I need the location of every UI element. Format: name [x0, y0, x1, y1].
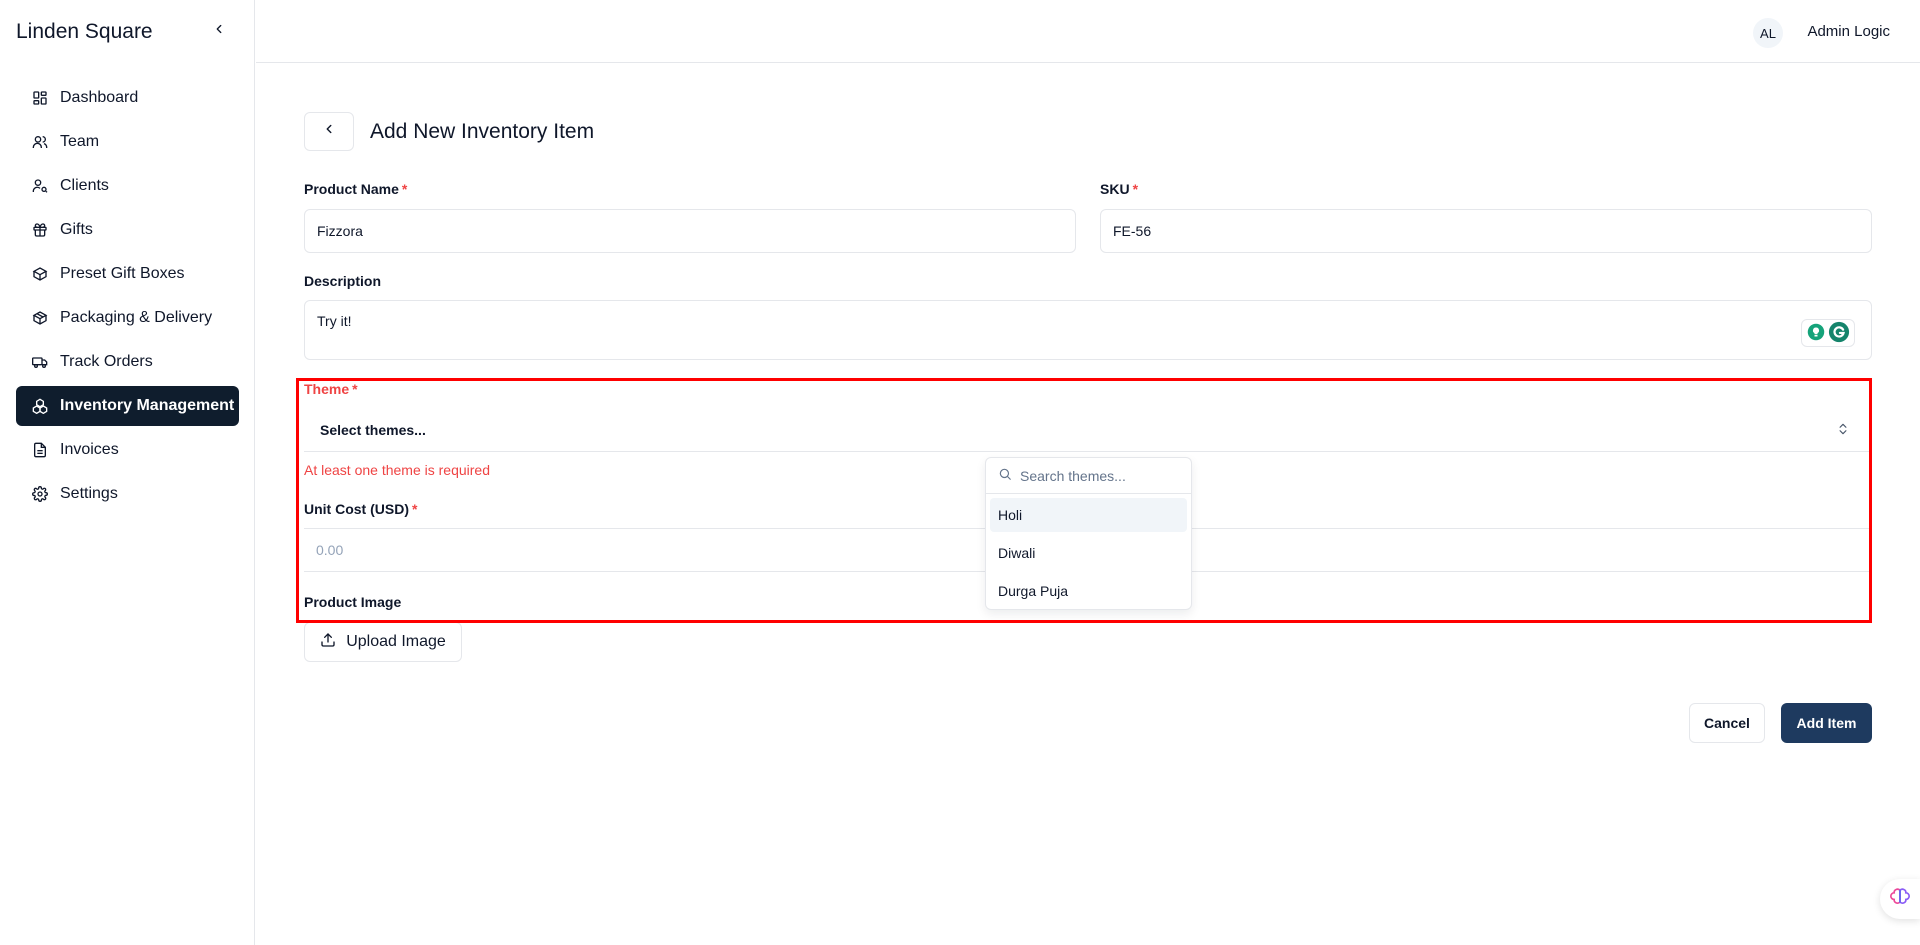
user-key-icon: [32, 178, 48, 194]
theme-dropdown: Search themes... Holi Diwali Durga Puja: [985, 457, 1192, 610]
truck-icon: [32, 354, 48, 370]
grammarly-widget[interactable]: [1801, 319, 1855, 347]
sidebar-item-label: Gifts: [60, 221, 93, 238]
page-title: Add New Inventory Item: [370, 120, 595, 143]
theme-label: Theme *: [304, 381, 358, 397]
product-name-label-text: Product Name: [304, 181, 399, 197]
theme-option-durga-puja[interactable]: Durga Puja: [990, 574, 1187, 608]
chevron-left-icon: [322, 122, 336, 141]
search-icon: [998, 467, 1012, 484]
sidebar-item-label: Team: [60, 133, 100, 150]
sidebar-item-label: Packaging & Delivery: [60, 309, 213, 326]
cancel-button[interactable]: Cancel: [1689, 703, 1765, 743]
sku-input[interactable]: FE-56: [1100, 209, 1872, 253]
gear-icon: [32, 486, 48, 502]
sidebar-item-label: Dashboard: [60, 89, 139, 106]
theme-select-placeholder: Select themes...: [320, 421, 426, 438]
dashboard-icon: [32, 90, 48, 106]
lightbulb-icon: [1807, 323, 1825, 344]
chevron-left-icon: [212, 22, 226, 41]
sidebar-item-label: Settings: [60, 485, 118, 502]
product-name-input[interactable]: Fizzora: [304, 209, 1076, 253]
brain-icon: [1890, 887, 1910, 912]
product-name-label: Product Name *: [304, 181, 407, 197]
sidebar-item-inventory-management[interactable]: Inventory Management: [16, 386, 239, 426]
sidebar-item-label: Preset Gift Boxes: [60, 265, 185, 282]
boxes-icon: [32, 398, 48, 414]
theme-search-placeholder: Search themes...: [1020, 467, 1126, 484]
upload-icon: [320, 632, 336, 653]
description-textarea[interactable]: Try it!: [304, 300, 1872, 360]
grammarly-icon: [1828, 321, 1850, 346]
add-item-button[interactable]: Add Item: [1781, 703, 1872, 743]
sidebar-item-label: Inventory Management: [60, 397, 235, 414]
unit-cost-label: Unit Cost (USD) *: [304, 501, 417, 517]
theme-label-text: Theme: [304, 381, 350, 397]
sidebar-item-label: Clients: [60, 177, 109, 194]
required-marker: *: [352, 381, 358, 397]
package-icon: [32, 310, 48, 326]
file-icon: [32, 442, 48, 458]
assistant-widget[interactable]: [1880, 879, 1920, 919]
sidebar-item-packaging-delivery[interactable]: Packaging & Delivery: [16, 298, 239, 338]
theme-option-holi[interactable]: Holi: [990, 498, 1187, 532]
box-icon: [32, 266, 48, 282]
sidebar-item-gifts[interactable]: Gifts: [16, 210, 239, 250]
avatar[interactable]: AL: [1753, 18, 1783, 48]
gift-icon: [32, 222, 48, 238]
sidebar-item-dashboard[interactable]: Dashboard: [16, 78, 239, 118]
sidebar-item-settings[interactable]: Settings: [16, 474, 239, 514]
back-button[interactable]: [304, 112, 354, 151]
sidebar-item-label: Track Orders: [60, 353, 153, 370]
theme-error-message: At least one theme is required: [304, 462, 490, 478]
sidebar-item-preset-gift-boxes[interactable]: Preset Gift Boxes: [16, 254, 239, 294]
sidebar-item-clients[interactable]: Clients: [16, 166, 239, 206]
sku-label-text: SKU: [1100, 181, 1130, 197]
user-name[interactable]: Admin Logic: [1807, 23, 1890, 40]
required-marker: *: [401, 181, 408, 197]
brand-title: Linden Square: [16, 20, 153, 43]
chevrons-up-down-icon: [1836, 422, 1850, 439]
description-label: Description: [304, 273, 382, 289]
theme-option-diwali[interactable]: Diwali: [990, 536, 1187, 570]
sidebar-nav: Dashboard Team Clients Gifts Preset Gift…: [16, 78, 239, 518]
sidebar-item-invoices[interactable]: Invoices: [16, 430, 239, 470]
sidebar-item-team[interactable]: Team: [16, 122, 239, 162]
required-marker: *: [412, 501, 418, 517]
description-value: Try it!: [317, 313, 352, 329]
sku-label: SKU *: [1100, 181, 1138, 197]
theme-search-input[interactable]: Search themes...: [986, 458, 1191, 494]
sidebar-item-track-orders[interactable]: Track Orders: [16, 342, 239, 382]
product-image-label: Product Image: [304, 594, 402, 610]
required-marker: *: [1132, 181, 1139, 197]
top-bar: AL Admin Logic: [256, 0, 1920, 63]
upload-image-button[interactable]: Upload Image: [304, 622, 462, 662]
unit-cost-label-text: Unit Cost (USD): [304, 501, 409, 517]
theme-select[interactable]: Select themes...: [304, 408, 1870, 452]
upload-image-label: Upload Image: [346, 633, 446, 650]
sidebar-collapse-button[interactable]: [208, 20, 230, 42]
users-icon: [32, 134, 48, 150]
sidebar: Linden Square Dashboard Team Clients Gif…: [0, 0, 255, 945]
sidebar-item-label: Invoices: [60, 441, 119, 458]
